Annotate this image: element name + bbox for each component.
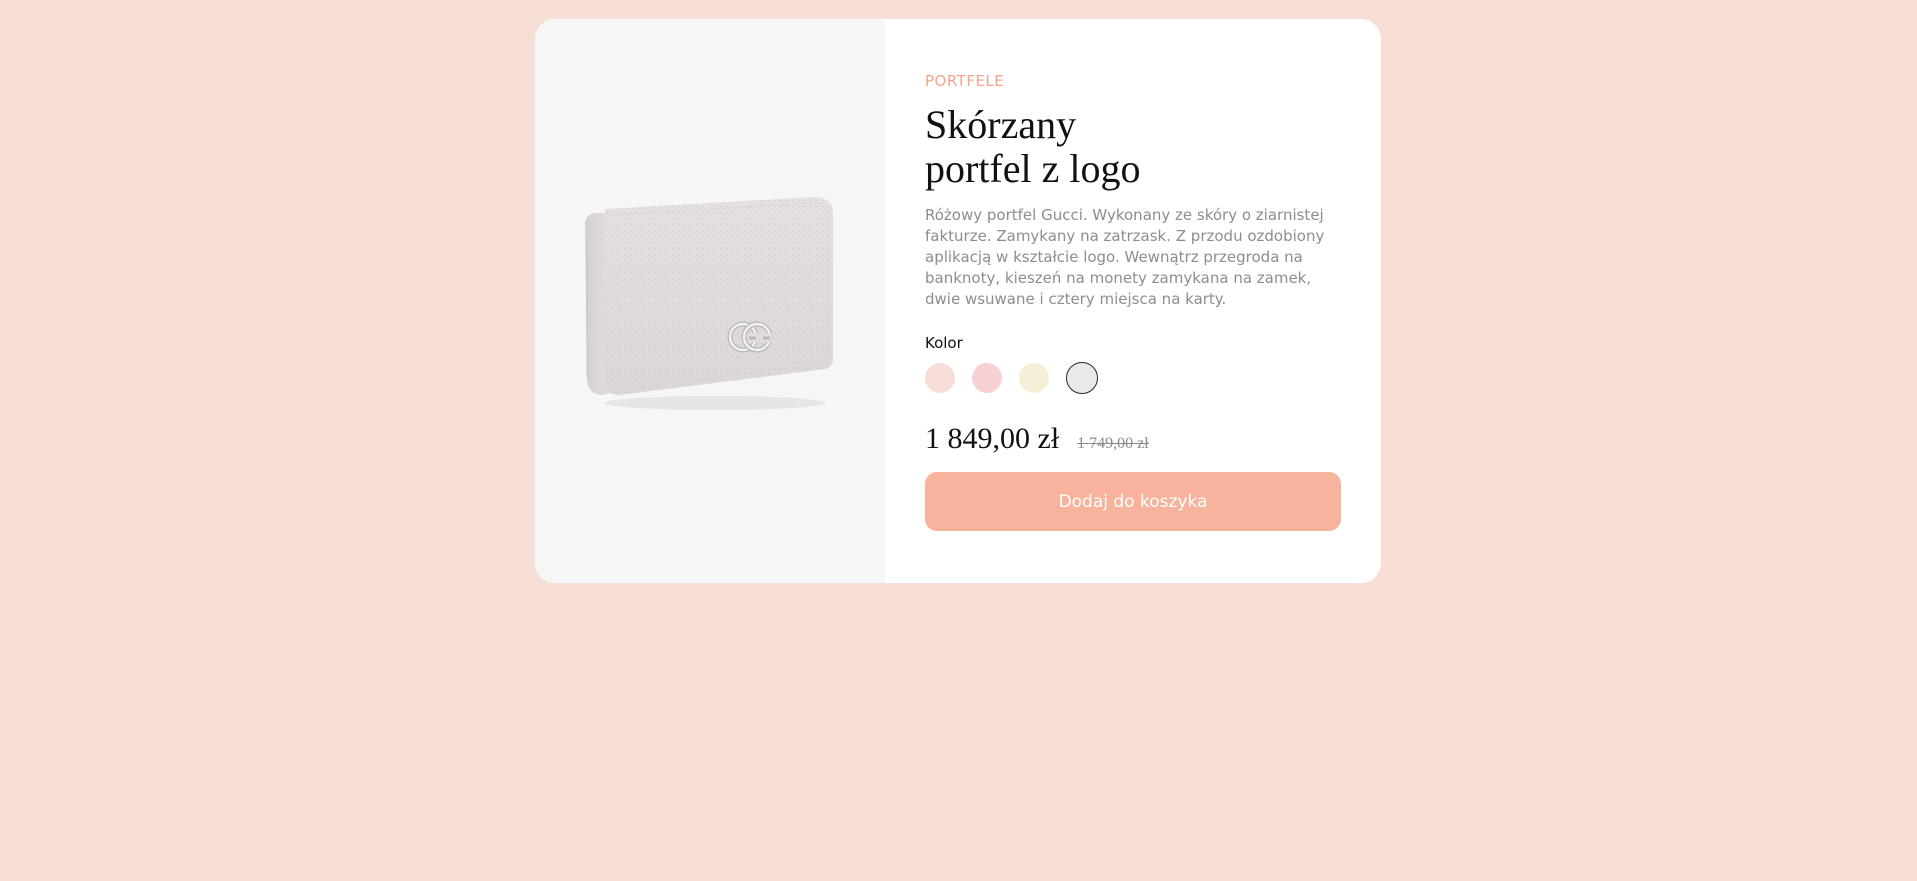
color-swatch-pink[interactable]	[972, 363, 1002, 393]
color-swatch-grey[interactable]	[1066, 362, 1098, 394]
current-price: 1 849,00 zł	[925, 422, 1060, 455]
product-description: Różowy portfel Gucci. Wykonany ze skóry …	[925, 206, 1325, 308]
product-image-panel	[535, 19, 885, 583]
color-label: Kolor	[925, 334, 963, 352]
color-swatch-cream[interactable]	[1019, 363, 1049, 393]
color-swatches	[925, 362, 1341, 394]
product-card: PORTFELE Skórzany portfel z logo Różowy …	[535, 19, 1381, 583]
color-swatch-peach[interactable]	[925, 363, 955, 393]
product-category: PORTFELE	[925, 72, 1005, 90]
product-title: Skórzany portfel z logo	[925, 102, 1141, 191]
price-row: 1 849,00 zł 1 749,00 zł	[925, 422, 1341, 456]
wallet-image	[585, 197, 833, 410]
product-info: PORTFELE Skórzany portfel z logo Różowy …	[885, 19, 1381, 583]
add-to-cart-button[interactable]: Dodaj do koszyka	[925, 472, 1341, 531]
old-price: 1 749,00 zł	[1077, 435, 1149, 452]
